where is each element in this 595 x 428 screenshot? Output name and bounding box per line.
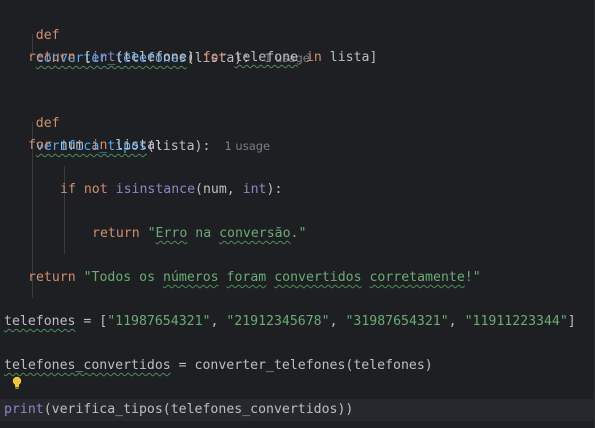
- keyword: if: [60, 182, 76, 197]
- code-editor[interactable]: def converter_telefones(lista): 1 usage r…: [0, 0, 595, 428]
- identifier: telefones: [4, 314, 76, 329]
- code-text: ]: [567, 314, 576, 329]
- identifier: telefone: [234, 50, 299, 65]
- string-literal: números: [163, 270, 219, 285]
- identifier: telefones_convertidos: [4, 358, 171, 373]
- code-line-1[interactable]: def converter_telefones(lista): 1 usage: [4, 3, 310, 66]
- keyword: not: [83, 182, 108, 197]
- string-literal: "11987654321": [107, 314, 211, 329]
- keyword: in: [91, 138, 108, 153]
- usage-hint[interactable]: 1 usage: [224, 139, 270, 153]
- string-literal: na: [187, 226, 220, 241]
- code-line-10[interactable]: print(verifica_tipos(telefones_convertid…: [4, 399, 353, 421]
- string-literal: "31987654321": [345, 314, 449, 329]
- code-line-7[interactable]: return "Todos os números foram convertid…: [28, 267, 481, 289]
- builtin-name: isinstance: [115, 182, 196, 197]
- builtin-name: print: [4, 402, 44, 417]
- code-text: ):: [266, 182, 283, 197]
- code-line-6[interactable]: return "Erro na conversão.": [92, 223, 306, 245]
- keyword: return: [92, 226, 140, 241]
- string-literal: "Todos os: [83, 270, 163, 285]
- code-line-3[interactable]: def verifica_tipos(lista): 1 usage: [4, 91, 270, 154]
- builtin-name: int: [242, 182, 267, 197]
- string-literal: "21912345678": [226, 314, 330, 329]
- code-line-4[interactable]: for num in lista:: [28, 135, 163, 157]
- string-literal: Erro: [155, 226, 188, 241]
- string-literal: !": [464, 270, 481, 285]
- builtin-name: int: [91, 50, 116, 65]
- keyword: in: [305, 50, 322, 65]
- keyword: return: [28, 270, 76, 285]
- code-text: ,: [329, 314, 346, 329]
- string-literal: [219, 270, 227, 285]
- code-text: = converter_telefones(telefones): [170, 358, 433, 373]
- string-literal: foram: [226, 270, 267, 285]
- string-literal: corretamente: [369, 270, 465, 285]
- code-text: (verifica_tipos(telefones_convertidos)): [43, 402, 354, 417]
- keyword: def: [35, 28, 60, 43]
- code-text: num: [51, 138, 92, 153]
- code-text: ,: [210, 314, 227, 329]
- code-line-2[interactable]: return [int(telefone) for telefone in li…: [28, 47, 377, 69]
- string-literal: .": [290, 226, 307, 241]
- code-text: lista]: [321, 50, 378, 65]
- string-literal: conversão: [219, 226, 291, 241]
- code-line-8[interactable]: telefones = ["11987654321", "21912345678…: [4, 311, 576, 333]
- string-literal: convertidos: [274, 270, 362, 285]
- code-text: (telefone): [115, 50, 203, 65]
- code-text: lista:: [107, 138, 163, 153]
- code-text: ,: [448, 314, 465, 329]
- code-text: [: [75, 50, 92, 65]
- code-text: (num,: [195, 182, 243, 197]
- keyword: return: [28, 50, 76, 65]
- keyword: def: [35, 116, 60, 131]
- keyword: for: [28, 138, 52, 153]
- lightbulb-icon[interactable]: [11, 376, 23, 390]
- code-line-5[interactable]: if not isinstance(num, int):: [60, 179, 282, 201]
- string-literal: "11911223344": [464, 314, 568, 329]
- code-text: = [: [75, 314, 108, 329]
- keyword: for: [202, 50, 227, 65]
- code-line-9[interactable]: telefones_convertidos = converter_telefo…: [4, 355, 433, 377]
- string-literal: [266, 270, 274, 285]
- string-literal: ": [147, 226, 156, 241]
